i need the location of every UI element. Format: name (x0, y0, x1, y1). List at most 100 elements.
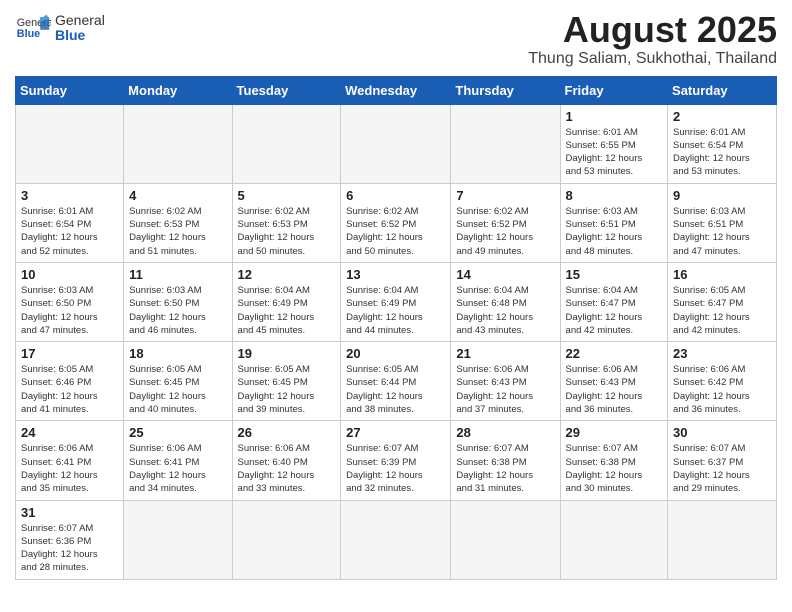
day-info: Sunrise: 6:06 AM Sunset: 6:40 PM Dayligh… (238, 442, 336, 495)
logo-text: General Blue (55, 13, 105, 44)
day-info: Sunrise: 6:06 AM Sunset: 6:43 PM Dayligh… (456, 363, 554, 416)
day-info: Sunrise: 6:06 AM Sunset: 6:41 PM Dayligh… (129, 442, 226, 495)
calendar-cell: 7 Sunrise: 6:02 AM Sunset: 6:52 PM Daylig… (451, 183, 560, 262)
calendar-cell (451, 500, 560, 579)
logo-icon: General Blue (15, 10, 51, 46)
day-info: Sunrise: 6:07 AM Sunset: 6:38 PM Dayligh… (456, 442, 554, 495)
day-info: Sunrise: 6:02 AM Sunset: 6:53 PM Dayligh… (129, 205, 226, 258)
day-number: 12 (238, 267, 336, 282)
calendar-cell (560, 500, 668, 579)
calendar-week-row: 17 Sunrise: 6:05 AM Sunset: 6:46 PM Dayli… (16, 342, 777, 421)
day-number: 22 (566, 346, 663, 361)
day-info: Sunrise: 6:03 AM Sunset: 6:50 PM Dayligh… (21, 284, 118, 337)
calendar-cell: 14Sunrise: 6:04 AM Sunset: 6:48 PM Dayli… (451, 262, 560, 341)
day-info: Sunrise: 6:07 AM Sunset: 6:36 PM Dayligh… (21, 522, 118, 575)
calendar-cell: 16 Sunrise: 6:05 AM Sunset: 6:47 PM Dayli… (668, 262, 777, 341)
day-info: Sunrise: 6:03 AM Sunset: 6:51 PM Dayligh… (566, 205, 663, 258)
day-info: Sunrise: 6:02 AM Sunset: 6:53 PM Dayligh… (238, 205, 336, 258)
day-number: 9 (673, 188, 771, 203)
day-number: 18 (129, 346, 226, 361)
day-info: Sunrise: 6:04 AM Sunset: 6:49 PM Dayligh… (238, 284, 336, 337)
day-number: 21 (456, 346, 554, 361)
day-info: Sunrise: 6:05 AM Sunset: 6:46 PM Dayligh… (21, 363, 118, 416)
day-number: 24 (21, 425, 118, 440)
calendar-cell: 19 Sunrise: 6:05 AM Sunset: 6:45 PM Dayli… (232, 342, 341, 421)
day-number: 2 (673, 109, 771, 124)
calendar-cell (668, 500, 777, 579)
day-info: Sunrise: 6:06 AM Sunset: 6:41 PM Dayligh… (21, 442, 118, 495)
calendar-cell: 27Sunrise: 6:07 AM Sunset: 6:39 PM Dayli… (341, 421, 451, 500)
day-number: 7 (456, 188, 554, 203)
weekday-header-tuesday: Tuesday (232, 76, 341, 104)
weekday-header-saturday: Saturday (668, 76, 777, 104)
calendar-cell: 12 Sunrise: 6:04 AM Sunset: 6:49 PM Dayli… (232, 262, 341, 341)
day-info: Sunrise: 6:04 AM Sunset: 6:47 PM Dayligh… (566, 284, 663, 337)
weekday-header-wednesday: Wednesday (341, 76, 451, 104)
calendar-cell: 18Sunrise: 6:05 AM Sunset: 6:45 PM Dayli… (124, 342, 232, 421)
calendar-cell: 13Sunrise: 6:04 AM Sunset: 6:49 PM Dayli… (341, 262, 451, 341)
day-info: Sunrise: 6:01 AM Sunset: 6:54 PM Dayligh… (673, 126, 771, 179)
calendar-cell (124, 500, 232, 579)
calendar-cell: 31Sunrise: 6:07 AM Sunset: 6:36 PM Dayli… (16, 500, 124, 579)
day-info: Sunrise: 6:05 AM Sunset: 6:45 PM Dayligh… (238, 363, 336, 416)
calendar-cell: 22 Sunrise: 6:06 AM Sunset: 6:43 PM Dayli… (560, 342, 668, 421)
day-number: 6 (346, 188, 445, 203)
day-number: 30 (673, 425, 771, 440)
calendar-cell: 28Sunrise: 6:07 AM Sunset: 6:38 PM Dayli… (451, 421, 560, 500)
day-number: 1 (566, 109, 663, 124)
title-section: August 2025 Thung Saliam, Sukhothai, Tha… (528, 10, 777, 68)
day-info: Sunrise: 6:02 AM Sunset: 6:52 PM Dayligh… (456, 205, 554, 258)
weekday-header-friday: Friday (560, 76, 668, 104)
day-info: Sunrise: 6:06 AM Sunset: 6:43 PM Dayligh… (566, 363, 663, 416)
calendar-week-row: 24 Sunrise: 6:06 AM Sunset: 6:41 PM Dayli… (16, 421, 777, 500)
day-info: Sunrise: 6:02 AM Sunset: 6:52 PM Dayligh… (346, 205, 445, 258)
day-info: Sunrise: 6:07 AM Sunset: 6:38 PM Dayligh… (566, 442, 663, 495)
calendar-cell (341, 500, 451, 579)
day-number: 19 (238, 346, 336, 361)
day-info: Sunrise: 6:05 AM Sunset: 6:47 PM Dayligh… (673, 284, 771, 337)
weekday-header-monday: Monday (124, 76, 232, 104)
calendar-week-row: 1 Sunrise: 6:01 AM Sunset: 6:55 PM Daylig… (16, 104, 777, 183)
day-info: Sunrise: 6:03 AM Sunset: 6:50 PM Dayligh… (129, 284, 226, 337)
weekday-header-row: SundayMondayTuesdayWednesdayThursdayFrid… (16, 76, 777, 104)
calendar-cell: 5Sunrise: 6:02 AM Sunset: 6:53 PM Daylig… (232, 183, 341, 262)
day-info: Sunrise: 6:01 AM Sunset: 6:55 PM Dayligh… (566, 126, 663, 179)
calendar-cell: 25Sunrise: 6:06 AM Sunset: 6:41 PM Dayli… (124, 421, 232, 500)
calendar-cell: 20 Sunrise: 6:05 AM Sunset: 6:44 PM Dayli… (341, 342, 451, 421)
location: Thung Saliam, Sukhothai, Thailand (528, 50, 777, 68)
day-number: 4 (129, 188, 226, 203)
calendar-cell: 3 Sunrise: 6:01 AM Sunset: 6:54 PM Daylig… (16, 183, 124, 262)
calendar-cell: 29 Sunrise: 6:07 AM Sunset: 6:38 PM Dayli… (560, 421, 668, 500)
calendar-cell: 15Sunrise: 6:04 AM Sunset: 6:47 PM Dayli… (560, 262, 668, 341)
calendar-cell: 11Sunrise: 6:03 AM Sunset: 6:50 PM Dayli… (124, 262, 232, 341)
calendar-cell: 10Sunrise: 6:03 AM Sunset: 6:50 PM Dayli… (16, 262, 124, 341)
day-info: Sunrise: 6:03 AM Sunset: 6:51 PM Dayligh… (673, 205, 771, 258)
calendar-cell: 9 Sunrise: 6:03 AM Sunset: 6:51 PM Daylig… (668, 183, 777, 262)
day-number: 23 (673, 346, 771, 361)
day-number: 8 (566, 188, 663, 203)
day-number: 17 (21, 346, 118, 361)
weekday-header-sunday: Sunday (16, 76, 124, 104)
calendar-cell (451, 104, 560, 183)
calendar-week-row: 10Sunrise: 6:03 AM Sunset: 6:50 PM Dayli… (16, 262, 777, 341)
calendar-cell: 2 Sunrise: 6:01 AM Sunset: 6:54 PM Daylig… (668, 104, 777, 183)
day-info: Sunrise: 6:05 AM Sunset: 6:44 PM Dayligh… (346, 363, 445, 416)
day-number: 14 (456, 267, 554, 282)
calendar-cell (124, 104, 232, 183)
day-info: Sunrise: 6:01 AM Sunset: 6:54 PM Dayligh… (21, 205, 118, 258)
calendar-week-row: 31Sunrise: 6:07 AM Sunset: 6:36 PM Dayli… (16, 500, 777, 579)
day-number: 3 (21, 188, 118, 203)
day-number: 20 (346, 346, 445, 361)
calendar-cell: 8 Sunrise: 6:03 AM Sunset: 6:51 PM Daylig… (560, 183, 668, 262)
month-year: August 2025 (528, 10, 777, 50)
calendar: SundayMondayTuesdayWednesdayThursdayFrid… (15, 76, 777, 580)
calendar-week-row: 3 Sunrise: 6:01 AM Sunset: 6:54 PM Daylig… (16, 183, 777, 262)
calendar-cell: 4 Sunrise: 6:02 AM Sunset: 6:53 PM Daylig… (124, 183, 232, 262)
page-header: General Blue General Blue August 2025 Th… (15, 10, 777, 68)
day-number: 16 (673, 267, 771, 282)
calendar-cell (341, 104, 451, 183)
day-number: 29 (566, 425, 663, 440)
calendar-cell: 6 Sunrise: 6:02 AM Sunset: 6:52 PM Daylig… (341, 183, 451, 262)
calendar-cell (16, 104, 124, 183)
calendar-cell: 26Sunrise: 6:06 AM Sunset: 6:40 PM Dayli… (232, 421, 341, 500)
